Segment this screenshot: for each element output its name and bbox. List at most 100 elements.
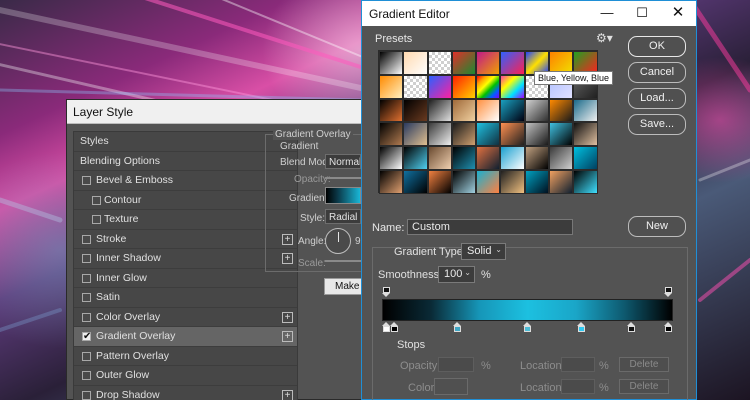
add-icon[interactable]: + bbox=[282, 311, 293, 323]
preset-swatch[interactable] bbox=[500, 98, 525, 123]
preset-swatch[interactable] bbox=[524, 169, 550, 194]
preset-swatch[interactable] bbox=[403, 98, 428, 123]
color-stop[interactable] bbox=[627, 322, 636, 333]
preset-swatch[interactable] bbox=[549, 169, 574, 194]
smoothness-input[interactable]: 100 ⌄ bbox=[438, 266, 475, 283]
checkbox[interactable] bbox=[82, 176, 91, 185]
preset-swatch[interactable] bbox=[476, 122, 501, 147]
preset-swatch[interactable] bbox=[573, 169, 598, 194]
load-button[interactable]: Load... bbox=[628, 88, 686, 109]
color-stop[interactable] bbox=[390, 322, 399, 333]
layer-style-item[interactable]: Styles bbox=[74, 132, 297, 152]
preset-swatch[interactable] bbox=[379, 169, 404, 194]
preset-swatch[interactable] bbox=[524, 146, 550, 170]
checkbox[interactable] bbox=[82, 327, 91, 346]
preset-swatch[interactable] bbox=[549, 146, 574, 170]
layer-style-item[interactable]: Stroke + bbox=[74, 230, 297, 249]
gradient-type-select[interactable]: Solid ⌄ bbox=[461, 243, 506, 260]
checkbox[interactable] bbox=[82, 390, 91, 400]
new-button[interactable]: New bbox=[628, 216, 686, 237]
checkbox[interactable] bbox=[82, 371, 91, 380]
preset-swatch[interactable] bbox=[427, 74, 452, 99]
preset-swatch[interactable] bbox=[427, 51, 452, 75]
preset-swatch[interactable] bbox=[379, 51, 404, 75]
checkbox[interactable] bbox=[82, 312, 91, 322]
preset-swatch[interactable] bbox=[403, 122, 428, 147]
layer-style-item[interactable]: Texture bbox=[74, 210, 297, 230]
maximize-icon[interactable]: ☐ bbox=[628, 3, 656, 23]
layer-style-item[interactable]: Pattern Overlay bbox=[74, 347, 297, 366]
gear-icon[interactable]: ⚙▾ bbox=[596, 31, 613, 45]
checkbox[interactable] bbox=[82, 234, 91, 244]
opacity-stop[interactable] bbox=[382, 287, 391, 298]
preset-swatch[interactable] bbox=[379, 122, 404, 147]
preset-swatch[interactable] bbox=[427, 98, 452, 123]
color-stop-swatch[interactable] bbox=[434, 378, 468, 395]
preset-swatch[interactable] bbox=[427, 146, 452, 170]
layer-style-item[interactable]: Inner Shadow + bbox=[74, 249, 297, 269]
color-stop[interactable] bbox=[576, 322, 586, 333]
opacity-location-field[interactable] bbox=[561, 357, 595, 372]
checkbox[interactable] bbox=[82, 293, 91, 302]
angle-dial[interactable] bbox=[325, 228, 351, 254]
preset-swatch[interactable] bbox=[476, 98, 501, 123]
gradient-preview-swatch[interactable] bbox=[325, 187, 361, 204]
checkbox[interactable] bbox=[82, 273, 91, 283]
opacity-stop-field[interactable] bbox=[438, 357, 474, 372]
color-delete-button[interactable]: Delete bbox=[619, 379, 669, 394]
preset-swatch[interactable] bbox=[524, 122, 550, 147]
make-default-button[interactable]: Make De bbox=[324, 278, 364, 295]
checkbox[interactable] bbox=[92, 195, 101, 205]
preset-swatch[interactable] bbox=[379, 98, 404, 123]
preset-swatch[interactable] bbox=[379, 146, 404, 170]
preset-swatch[interactable] bbox=[549, 122, 574, 147]
preset-swatch[interactable] bbox=[451, 74, 477, 99]
preset-swatch[interactable] bbox=[403, 169, 428, 194]
preset-swatch[interactable] bbox=[403, 51, 428, 75]
preset-swatch[interactable] bbox=[451, 122, 477, 147]
preset-swatch[interactable] bbox=[451, 146, 477, 170]
name-input[interactable] bbox=[407, 219, 573, 235]
preset-swatch[interactable] bbox=[379, 74, 404, 99]
preset-swatch[interactable] bbox=[500, 146, 525, 170]
layer-style-item[interactable]: Color Overlay + bbox=[74, 308, 297, 327]
checkbox[interactable] bbox=[92, 215, 101, 224]
layer-style-item[interactable]: Gradient Overlay + bbox=[74, 327, 297, 347]
layer-style-item[interactable]: Blending Options bbox=[74, 152, 297, 171]
preset-swatch[interactable] bbox=[573, 122, 598, 147]
angle-value[interactable]: 9 bbox=[355, 236, 361, 247]
preset-swatch[interactable] bbox=[427, 169, 452, 194]
ok-button[interactable]: OK bbox=[628, 36, 686, 57]
preset-swatch[interactable] bbox=[573, 98, 598, 123]
gradient-bar[interactable] bbox=[382, 299, 673, 321]
color-stop[interactable] bbox=[523, 322, 532, 333]
preset-swatch[interactable] bbox=[549, 98, 574, 123]
preset-swatch[interactable] bbox=[451, 169, 477, 194]
scale-slider[interactable] bbox=[325, 260, 361, 262]
preset-swatch[interactable] bbox=[476, 146, 501, 170]
layer-style-item[interactable]: Outer Glow bbox=[74, 366, 297, 386]
layer-style-item[interactable]: Bevel & Emboss bbox=[74, 171, 297, 191]
layer-style-item[interactable]: Inner Glow bbox=[74, 269, 297, 288]
close-icon[interactable]: ✕ bbox=[664, 3, 692, 23]
preset-swatch[interactable] bbox=[476, 51, 501, 75]
blend-mode-select[interactable]: Normal bbox=[325, 154, 361, 169]
preset-swatch[interactable] bbox=[524, 98, 550, 123]
opacity-delete-button[interactable]: Delete bbox=[619, 357, 669, 372]
preset-swatch[interactable] bbox=[500, 51, 525, 75]
layer-style-item[interactable]: Drop Shadow + bbox=[74, 386, 297, 400]
layer-style-item[interactable]: Contour bbox=[74, 191, 297, 210]
preset-swatch[interactable] bbox=[573, 146, 598, 170]
preset-swatch[interactable] bbox=[500, 169, 525, 194]
add-icon[interactable]: + bbox=[282, 331, 293, 342]
preset-swatch[interactable] bbox=[451, 98, 477, 123]
color-stop[interactable] bbox=[664, 322, 673, 333]
opacity-stop[interactable] bbox=[664, 287, 673, 298]
preset-swatch[interactable] bbox=[451, 51, 477, 75]
color-location-field[interactable] bbox=[561, 379, 595, 394]
add-icon[interactable]: + bbox=[282, 389, 293, 400]
opacity-slider[interactable] bbox=[325, 177, 361, 179]
preset-swatch[interactable] bbox=[476, 169, 501, 194]
checkbox[interactable] bbox=[82, 351, 91, 361]
style-select[interactable]: Radial bbox=[325, 209, 361, 224]
